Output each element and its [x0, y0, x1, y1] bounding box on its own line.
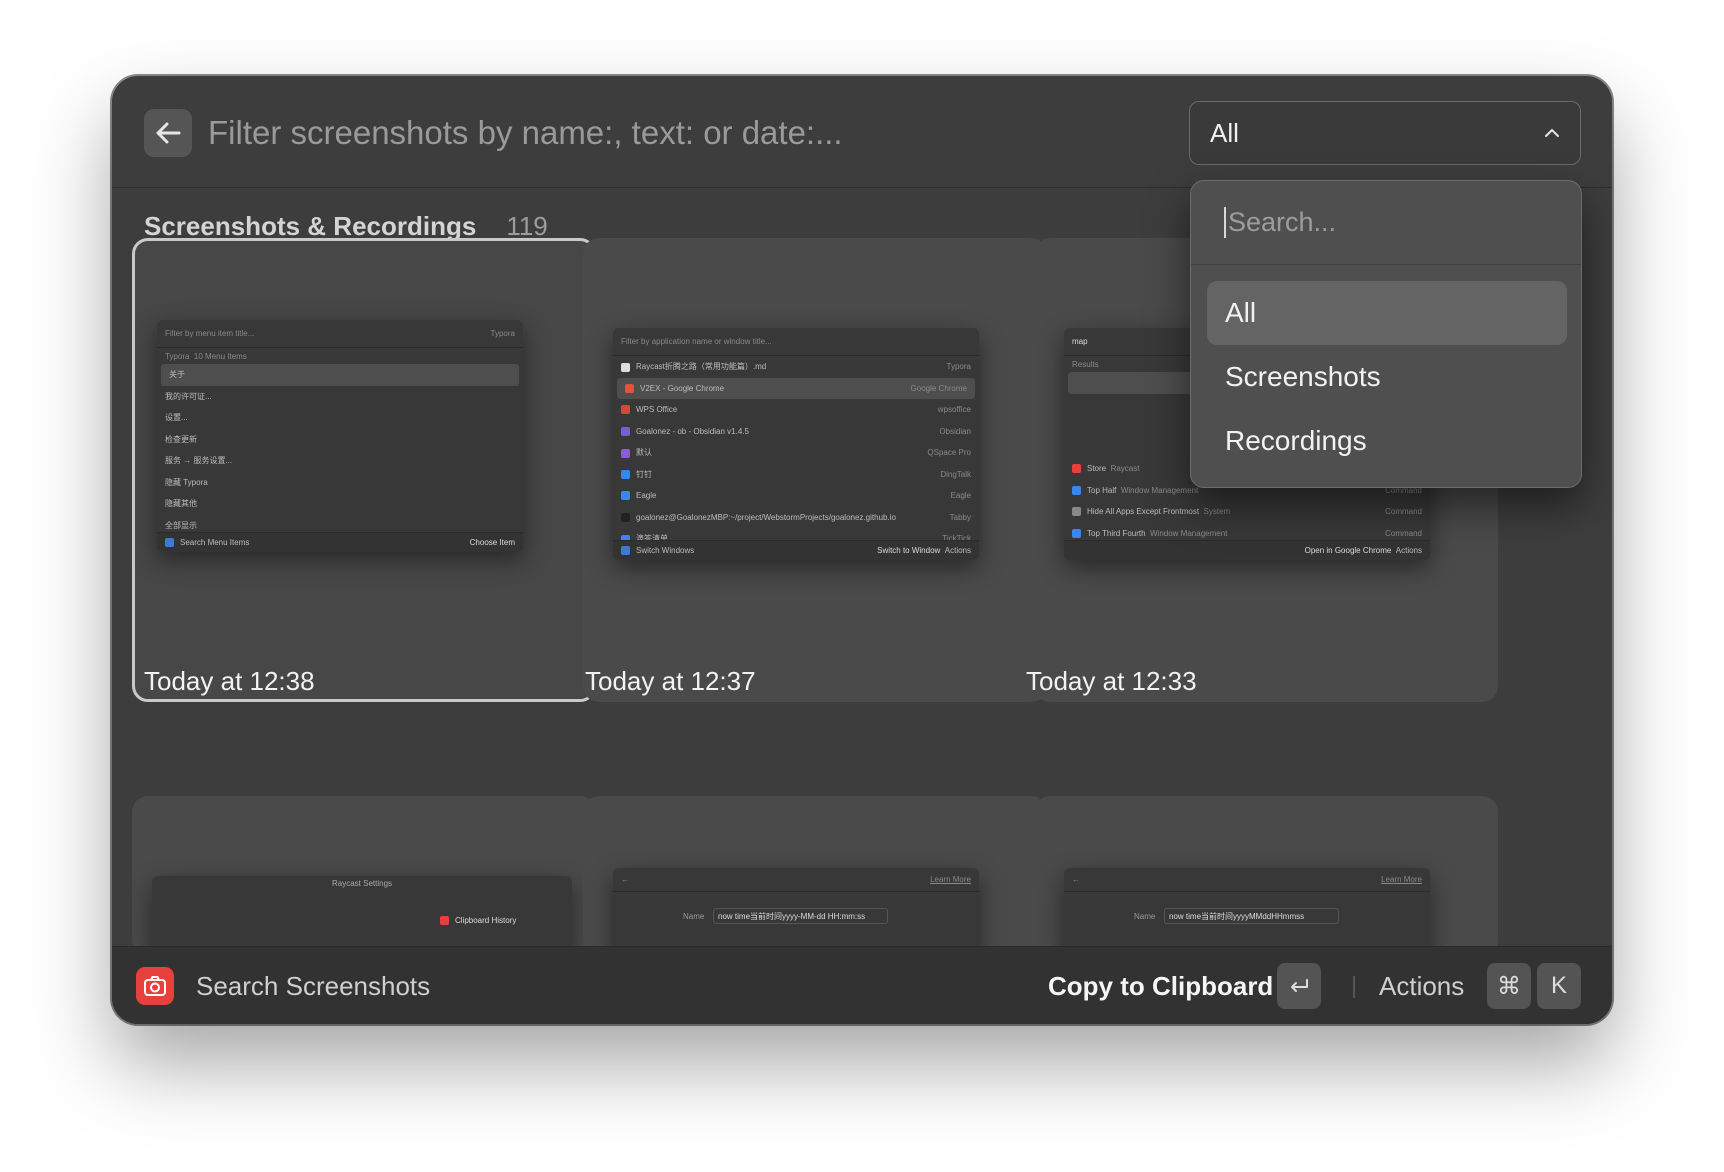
dropdown-option-screenshots[interactable]: Screenshots [1207, 345, 1567, 409]
card-caption: Today at 12:33 [1026, 666, 1197, 696]
dropdown-search [1191, 181, 1581, 265]
search-input[interactable] [208, 113, 1068, 153]
card-caption: Today at 12:38 [144, 666, 315, 696]
list-item: 隐藏其他 [165, 499, 197, 509]
list-item: 我的许可证... [165, 391, 212, 401]
screenshot-card[interactable]: Filter by application name or window tit… [583, 238, 1047, 702]
screenshot-card[interactable]: ← Learn More Name now time当前时间yyyy-MM-dd … [583, 796, 1047, 956]
k-key: K [1537, 963, 1581, 1009]
arrow-left-icon [156, 122, 181, 144]
dropdown-option-recordings[interactable]: Recordings [1207, 409, 1567, 473]
thumb-placeholder: Filter by menu item title... [165, 329, 255, 338]
screenshots-window: All Screenshots & Recordings 119 Filter b… [112, 76, 1612, 1024]
thumbnail: Raycast Settings Clipboard History [152, 876, 572, 956]
command-key-icon: ⌘ [1487, 963, 1531, 1009]
type-dropdown-menu: All Screenshots Recordings [1190, 180, 1582, 488]
thumb-footer-left: Search Menu Items [180, 537, 250, 547]
thumb-group-count: 10 Menu Items [193, 351, 247, 361]
section-title: Screenshots & Recordings [144, 211, 477, 241]
thumbnail: ← Learn More Name now time当前时间yyyy-MM-dd … [613, 868, 979, 956]
screenshot-card[interactable]: Raycast Settings Clipboard History [132, 796, 596, 956]
screenshot-card[interactable]: ← Learn More Name now time当前时间yyyyMMddHHm… [1034, 796, 1498, 956]
enter-key-icon [1277, 963, 1321, 1009]
type-dropdown-value: All [1210, 117, 1239, 148]
type-dropdown[interactable]: All [1189, 101, 1581, 165]
thumbnail: Filter by menu item title... Typora Typor… [157, 320, 523, 552]
list-item: 设置... [165, 413, 188, 423]
dropdown-search-input[interactable] [1224, 207, 1548, 238]
thumbnail: ← Learn More Name now time当前时间yyyyMMddHHm… [1064, 868, 1430, 956]
back-button[interactable] [144, 109, 192, 157]
footer-title: Search Screenshots [196, 971, 431, 1001]
copy-to-clipboard-button[interactable]: Copy to Clipboard [1048, 971, 1273, 1002]
list-item: 关于 [161, 364, 519, 386]
footer-bar: Search Screenshots Copy to Clipboard Act… [112, 946, 1612, 1024]
thumb-app: Typora [490, 329, 515, 338]
actions-button[interactable]: Actions [1379, 971, 1464, 1002]
dropdown-option-all[interactable]: All [1207, 281, 1567, 345]
header: All [112, 76, 1612, 188]
camera-icon [136, 967, 174, 1005]
card-caption: Today at 12:37 [585, 666, 756, 696]
list-item: 服务 → 服务设置... [165, 456, 233, 466]
thumb-footer-action: Choose Item [469, 538, 515, 547]
chevron-up-icon [1545, 128, 1559, 137]
list-item: 隐藏 Typora [165, 477, 208, 487]
list-item: 检查更新 [165, 434, 197, 444]
section-count: 119 [506, 211, 548, 241]
thumbnail: Filter by application name or window tit… [613, 328, 979, 560]
thumb-placeholder: Filter by application name or window tit… [621, 337, 772, 346]
screenshot-card[interactable]: Filter by menu item title... Typora Typor… [132, 238, 596, 702]
thumb-group: Typora [165, 351, 190, 361]
footer-divider [1353, 976, 1355, 998]
